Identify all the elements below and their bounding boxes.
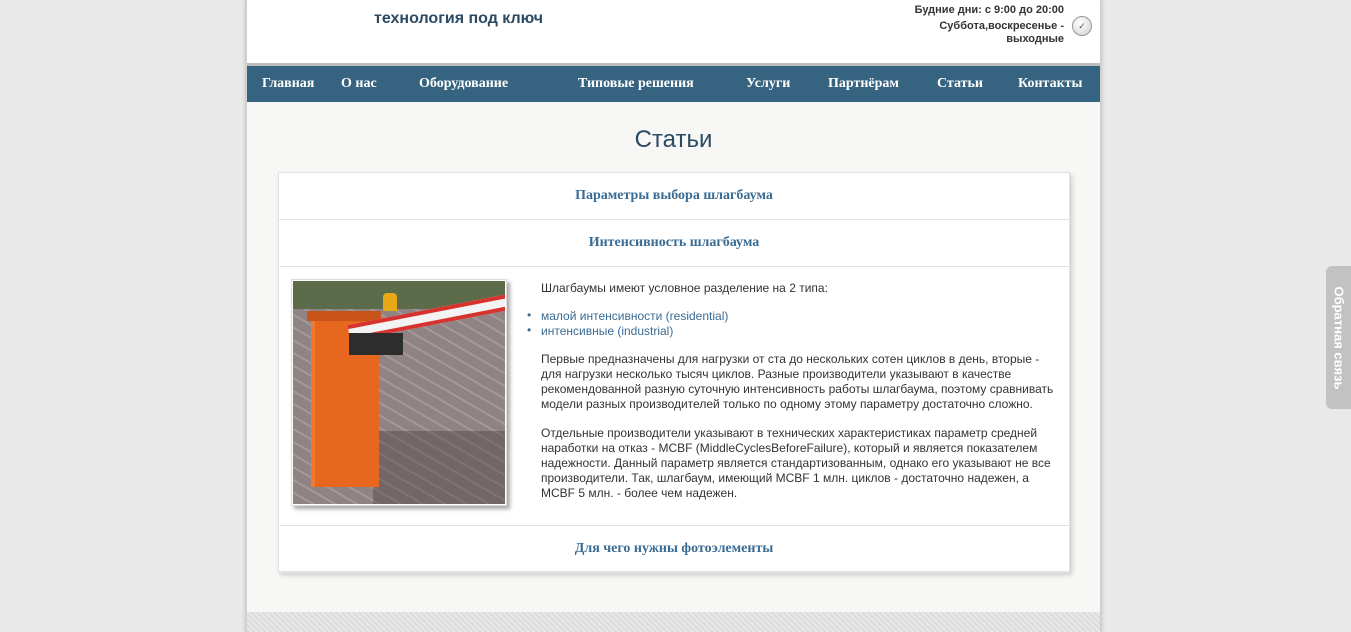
nav-item-articles[interactable]: Статьи (937, 66, 983, 102)
working-hours: Будние дни: с 9:00 до 20:00 Суббота,воск… (915, 4, 1064, 46)
feedback-tab[interactable]: Обратная связь (1326, 266, 1351, 409)
main-content: Статьи Параметры выбора шлагбаума Интенс… (247, 102, 1100, 612)
article-paragraph: Первые предназначены для нагрузки от ста… (541, 352, 1054, 411)
clock-icon[interactable]: ✓ (1072, 16, 1092, 36)
article-paragraph: Отдельные производители указывают в техн… (541, 426, 1051, 500)
hours-weekend: Суббота,воскресенье - (939, 20, 1064, 32)
article-text: Шлагбаумы имеют условное разделение на 2… (527, 281, 1057, 508)
nav-item-partners[interactable]: Партнёрам (828, 66, 899, 102)
nav-item-home[interactable]: Главная (262, 66, 314, 102)
barrier-photo (293, 281, 505, 504)
list-item: интенсивные (industrial) (527, 323, 1057, 339)
page-container: технология под ключ Будние дни: с 9:00 д… (245, 0, 1102, 632)
nav-item-equipment[interactable]: Оборудование (419, 66, 508, 102)
article-body-barrier-intensity: Шлагбаумы имеют условное разделение на 2… (279, 267, 1069, 526)
hours-weekdays: Будние дни: с 9:00 до 20:00 (914, 4, 1064, 16)
footer-strip (247, 612, 1100, 632)
article-header-barrier-selection[interactable]: Параметры выбора шлагбаума (279, 173, 1069, 220)
header: технология под ключ Будние дни: с 9:00 д… (247, 0, 1100, 64)
articles-accordion: Параметры выбора шлагбаума Интенсивность… (278, 172, 1070, 573)
site-tagline: технология под ключ (374, 10, 544, 27)
feedback-label: Обратная связь (1331, 286, 1347, 390)
article-header-photocells[interactable]: Для чего нужны фотоэлементы (279, 526, 1069, 573)
barrier-photo-frame (291, 279, 507, 506)
nav-item-about[interactable]: О нас (341, 66, 377, 102)
barrier-types-list: малой интенсивности (residential) интенс… (527, 308, 1057, 339)
nav-item-contacts[interactable]: Контакты (1018, 66, 1082, 102)
article-intro: Шлагбаумы имеют условное разделение на 2… (541, 281, 828, 295)
main-nav: Главная О нас Оборудование Типовые решен… (247, 66, 1100, 102)
list-item: малой интенсивности (residential) (527, 308, 1057, 324)
article-header-barrier-intensity[interactable]: Интенсивность шлагбаума (279, 220, 1069, 267)
page-title: Статьи (634, 126, 713, 153)
nav-item-solutions[interactable]: Типовые решения (578, 66, 694, 102)
nav-item-services[interactable]: Услуги (746, 66, 790, 102)
hours-weekend-status: выходные (1006, 33, 1064, 45)
